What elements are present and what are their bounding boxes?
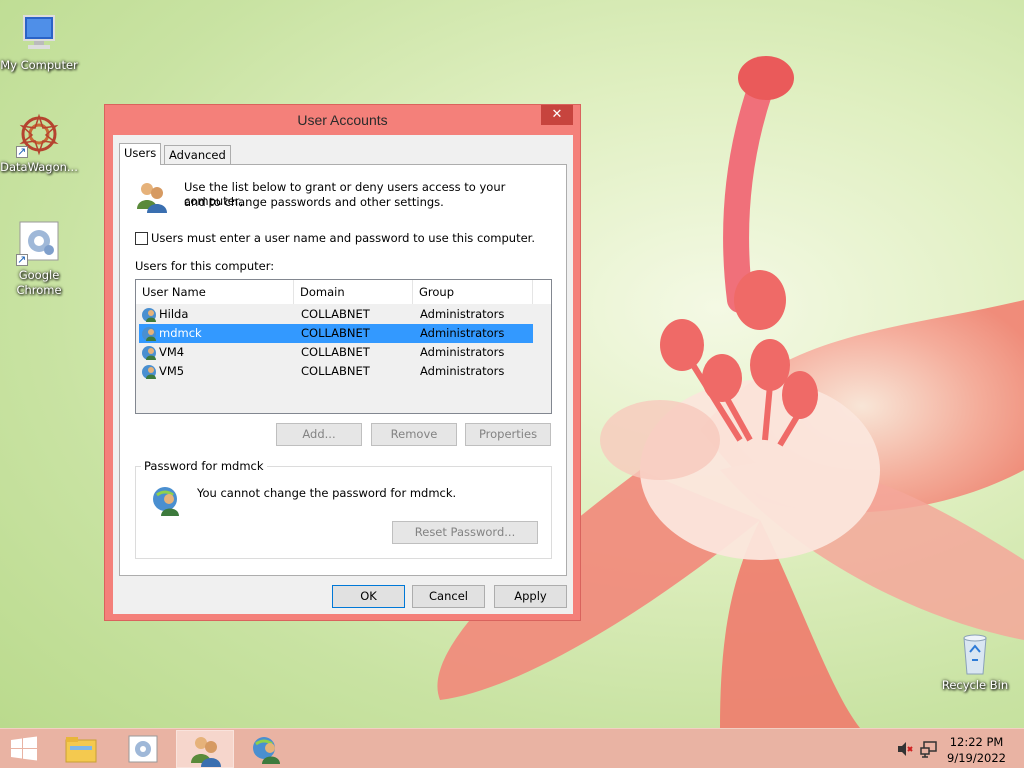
desktop-icon-label: Google Chrome — [16, 268, 62, 297]
dialog-client-area: Users Advanced Use the list below to gra… — [113, 135, 573, 614]
ok-button[interactable]: OK — [332, 585, 405, 608]
user-domain: COLLABNET — [301, 326, 370, 340]
password-user-icon — [151, 485, 183, 517]
taskbar: 12:22 PM 9/19/2022 — [0, 728, 1024, 768]
clock-time: 12:22 PM — [949, 735, 1004, 749]
users-tab-panel: Use the list below to grant or deny user… — [119, 164, 567, 576]
column-header-domain[interactable]: Domain — [294, 280, 413, 304]
recycle-bin-icon — [952, 630, 998, 676]
user-domain: COLLABNET — [301, 345, 370, 359]
control-panel-icon[interactable] — [114, 730, 172, 768]
desktop-icon-label: My Computer — [0, 58, 78, 72]
user-name: VM4 — [159, 345, 185, 359]
chrome-shortcut-icon — [16, 220, 62, 267]
list-item-hilda[interactable]: Hilda COLLABNET Administrators — [139, 305, 533, 324]
windows-logo-icon — [11, 736, 37, 761]
volume-muted-icon[interactable] — [896, 741, 914, 757]
column-header-user-name[interactable]: User Name — [136, 280, 294, 304]
clock[interactable]: 12:22 PM 9/19/2022 — [947, 734, 1006, 766]
intro-text-line2: and to change passwords and other settin… — [184, 195, 444, 209]
title-bar[interactable]: User Accounts ✕ — [105, 105, 580, 135]
user-icon — [141, 345, 157, 361]
user-icon — [141, 326, 157, 342]
user-name: Hilda — [159, 307, 189, 321]
shortcut-arrow-icon — [16, 252, 28, 267]
user-group: Administrators — [420, 345, 505, 359]
user-group: Administrators — [420, 364, 505, 378]
list-item-vm4[interactable]: VM4 COLLABNET Administrators — [139, 343, 533, 362]
password-message: You cannot change the password for mdmck… — [197, 486, 457, 500]
properties-button[interactable]: Properties — [465, 423, 551, 446]
cancel-button[interactable]: Cancel — [412, 585, 485, 608]
tab-advanced[interactable]: Advanced — [164, 145, 231, 165]
user-accounts-dialog: User Accounts ✕ Users Advanced Use the l… — [104, 104, 581, 621]
user-domain: COLLABNET — [301, 307, 370, 321]
shortcut-arrow-icon — [16, 144, 28, 159]
add-button[interactable]: Add... — [276, 423, 362, 446]
desktop-icon-my-computer[interactable]: My Computer — [0, 10, 78, 73]
user-domain: COLLABNET — [301, 364, 370, 378]
desktop-icon-label: DataWagon... — [0, 160, 78, 174]
reset-password-button[interactable]: Reset Password... — [392, 521, 538, 544]
file-explorer-icon[interactable] — [52, 730, 110, 768]
must-login-checkbox[interactable] — [135, 232, 148, 245]
datawagon-icon — [16, 112, 62, 159]
users-list-label: Users for this computer: — [135, 259, 275, 273]
user-group: Administrators — [420, 307, 505, 321]
list-header: User Name Domain Group — [136, 280, 551, 304]
user-icon — [141, 307, 157, 323]
user-name: VM5 — [159, 364, 185, 378]
users-list[interactable]: User Name Domain Group Hilda COLLABNET A… — [135, 279, 552, 414]
desktop-icon-google-chrome[interactable]: Google Chrome — [0, 220, 78, 298]
network-icon[interactable] — [920, 740, 938, 758]
user-group: Administrators — [420, 326, 505, 340]
tab-users[interactable]: Users — [119, 143, 162, 165]
apply-button[interactable]: Apply — [494, 585, 567, 608]
desktop-icon-recycle-bin[interactable]: Recycle Bin — [936, 630, 1014, 693]
list-item-mdmck[interactable]: mdmck COLLABNET Administrators — [139, 324, 533, 343]
list-item-vm5[interactable]: VM5 COLLABNET Administrators — [139, 362, 533, 381]
user-accounts-icon[interactable] — [176, 730, 234, 768]
user-name: mdmck — [159, 326, 202, 340]
window-title: User Accounts — [297, 112, 388, 128]
password-group: Password for mdmck You cannot change the… — [135, 459, 552, 559]
desktop-icon-label: Recycle Bin — [941, 678, 1009, 692]
start-button[interactable] — [0, 730, 48, 768]
column-header-group[interactable]: Group — [413, 280, 533, 304]
close-button[interactable]: ✕ — [541, 105, 573, 125]
must-login-label[interactable]: Users must enter a user name and passwor… — [151, 231, 535, 245]
users-icon — [135, 179, 169, 213]
computer-icon — [16, 10, 62, 56]
password-group-label: Password for mdmck — [141, 459, 267, 473]
user-icon — [141, 364, 157, 380]
network-users-icon[interactable] — [238, 730, 296, 768]
desktop-icon-datawagon[interactable]: DataWagon... — [0, 112, 78, 175]
clock-date: 9/19/2022 — [947, 751, 1006, 765]
remove-button[interactable]: Remove — [371, 423, 457, 446]
